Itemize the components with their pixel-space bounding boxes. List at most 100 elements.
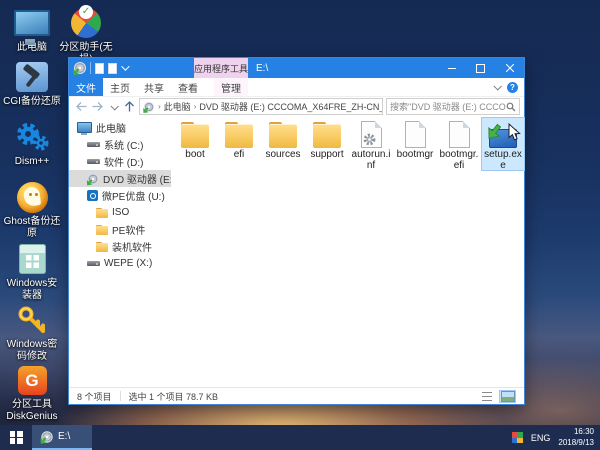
file-explorer-window: 应用程序工具 E:\ 文件 主页 共享 查看 管理 ? <box>68 57 525 405</box>
search-icon <box>506 102 516 112</box>
start-button[interactable] <box>0 425 32 450</box>
desktop-icon-windows-password[interactable]: Windows密码修改 <box>2 303 62 363</box>
file-list[interactable]: boot efi sources support autorun.inf boo… <box>171 115 524 388</box>
forward-button[interactable] <box>91 99 104 114</box>
folder-icon <box>224 122 254 148</box>
item-count: 8 个项目 <box>77 390 112 403</box>
desktop-icon-cgi-backup[interactable]: CGI备份还原 <box>2 60 62 108</box>
navigation-toolbar: › 此电脑 › DVD 驱动器 (E:) CCCOMA_X64FRE_ZH-CN… <box>69 97 524 117</box>
help-icon[interactable]: ? <box>507 82 518 93</box>
desktop-icon-label: Dism++ <box>2 156 62 168</box>
details-view-button[interactable] <box>478 390 495 403</box>
quick-access-properties-icon[interactable] <box>95 63 104 74</box>
breadcrumb-this-pc[interactable]: 此电脑 <box>164 100 191 113</box>
mouse-cursor <box>508 123 521 142</box>
file-item-efi[interactable]: efi <box>217 117 261 171</box>
file-item-support[interactable]: support <box>305 117 349 171</box>
address-bar[interactable]: › 此电脑 › DVD 驱动器 (E:) CCCOMA_X64FRE_ZH-CN… <box>139 98 383 115</box>
tab-view[interactable]: 查看 <box>171 78 205 96</box>
view-buttons <box>478 390 516 403</box>
desktop-icon-dism[interactable]: Dism++ <box>2 120 62 168</box>
desktop-icon-label: 分区工具DiskGenius <box>2 399 62 423</box>
nav-item-iso[interactable]: ISO <box>69 204 171 221</box>
tab-file[interactable]: 文件 <box>69 78 103 96</box>
back-button[interactable] <box>75 99 88 114</box>
search-box[interactable]: 搜索"DVD 驱动器 (E:) CCCO... <box>386 98 520 115</box>
file-item-autorun-inf[interactable]: autorun.inf <box>349 117 393 171</box>
search-placeholder: 搜索"DVD 驱动器 (E:) CCCO... <box>390 100 506 113</box>
usb-pe-icon <box>87 190 98 201</box>
nav-item-system-c[interactable]: 系统 (C:) <box>69 136 171 153</box>
main-area: 此电脑 系统 (C:) 软件 (D:) DVD 驱动器 (E:) CC 微PE优… <box>69 115 524 388</box>
language-indicator[interactable]: ENG <box>531 433 551 443</box>
file-item-boot[interactable]: boot <box>173 117 217 171</box>
nav-item-pe-usb-u[interactable]: 微PE优盘 (U:) <box>69 187 171 204</box>
quick-access-toolbar <box>69 62 127 74</box>
ribbon-right-controls: ? <box>494 78 518 96</box>
breadcrumb-dvd-drive[interactable]: DVD 驱动器 (E:) CCCOMA_X64FRE_ZH-CN_D... <box>199 100 383 113</box>
file-item-bootmgr[interactable]: bootmgr <box>393 117 437 171</box>
desktop-icon-this-pc[interactable]: 此电脑 <box>2 6 62 54</box>
time: 16:30 <box>558 427 594 437</box>
partition-assistant-icon: ✓ <box>56 6 116 40</box>
close-button[interactable] <box>495 58 524 78</box>
title-bar[interactable]: 应用程序工具 E:\ <box>69 58 524 78</box>
divider <box>120 391 121 401</box>
key-icon <box>2 303 62 337</box>
up-arrow-icon <box>125 101 134 112</box>
drive-icon <box>87 159 100 164</box>
thumbnail-view-icon <box>501 391 515 402</box>
chevron-down-icon <box>110 102 118 110</box>
dvd-drive-icon <box>88 173 99 184</box>
desktop-icon-label: Windows安装器 <box>2 278 62 302</box>
clock[interactable]: 16:30 2018/9/13 <box>558 427 594 448</box>
breadcrumb-separator: › <box>158 102 161 111</box>
tab-home[interactable]: 主页 <box>103 78 137 96</box>
maximize-icon <box>476 64 485 73</box>
folder-icon <box>96 208 108 218</box>
desktop-icon-ghost-backup[interactable]: Ghost备份还原 <box>2 180 62 240</box>
expand-ribbon-chevron-icon[interactable] <box>493 82 501 90</box>
folder-icon <box>96 225 108 235</box>
status-bar: 8 个项目 选中 1 个项目 78.7 KB <box>69 387 524 404</box>
hammer-icon <box>2 60 62 94</box>
computer-icon <box>77 122 92 133</box>
window-title: E:\ <box>256 58 268 78</box>
customize-quick-access-chevron-icon[interactable] <box>121 62 129 70</box>
system-tray: ENG 16:30 2018/9/13 <box>512 427 600 448</box>
tab-share[interactable]: 共享 <box>137 78 171 96</box>
list-view-icon <box>482 392 492 401</box>
desktop-icon-diskgenius[interactable]: G 分区工具DiskGenius <box>2 363 62 423</box>
address-dvd-icon <box>144 101 154 111</box>
taskbar-item-explorer[interactable]: E:\ <box>32 425 92 450</box>
nav-item-this-pc[interactable]: 此电脑 <box>69 119 171 136</box>
nav-item-pe-software[interactable]: PE软件 <box>69 221 171 238</box>
tab-manage[interactable]: 管理 <box>214 78 248 96</box>
installer-box-icon <box>2 242 62 276</box>
windows-logo-icon <box>10 431 23 444</box>
check-badge-icon: ✓ <box>79 5 93 19</box>
up-button[interactable] <box>123 99 136 114</box>
breadcrumb-separator: › <box>194 102 197 111</box>
desktop-icon-windows-installer[interactable]: Windows安装器 <box>2 242 62 302</box>
close-icon <box>506 64 514 72</box>
date: 2018/9/13 <box>558 438 594 448</box>
tray-app-icon[interactable] <box>512 432 523 443</box>
nav-item-software-d[interactable]: 软件 (D:) <box>69 153 171 170</box>
large-icons-view-button[interactable] <box>499 390 516 403</box>
nav-item-install-software[interactable]: 装机软件 <box>69 238 171 255</box>
window-dvd-icon <box>74 62 86 74</box>
dvd-drive-icon <box>41 431 52 442</box>
nav-item-wepe-x[interactable]: WEPE (X:) <box>69 255 171 272</box>
drive-icon <box>87 261 100 266</box>
maximize-button[interactable] <box>466 58 495 78</box>
minimize-button[interactable] <box>437 58 466 78</box>
file-item-sources[interactable]: sources <box>261 117 305 171</box>
taskbar: E:\ ENG 16:30 2018/9/13 <box>0 425 600 450</box>
file-item-bootmgr-efi[interactable]: bootmgr.efi <box>437 117 481 171</box>
quick-access-new-folder-icon[interactable] <box>108 63 117 74</box>
folder-icon <box>312 122 342 148</box>
recent-locations-button[interactable] <box>107 99 120 114</box>
nav-item-dvd-drive-e[interactable]: DVD 驱动器 (E:) CC <box>69 170 171 187</box>
contextual-tab-application-tools[interactable]: 应用程序工具 <box>194 58 248 78</box>
